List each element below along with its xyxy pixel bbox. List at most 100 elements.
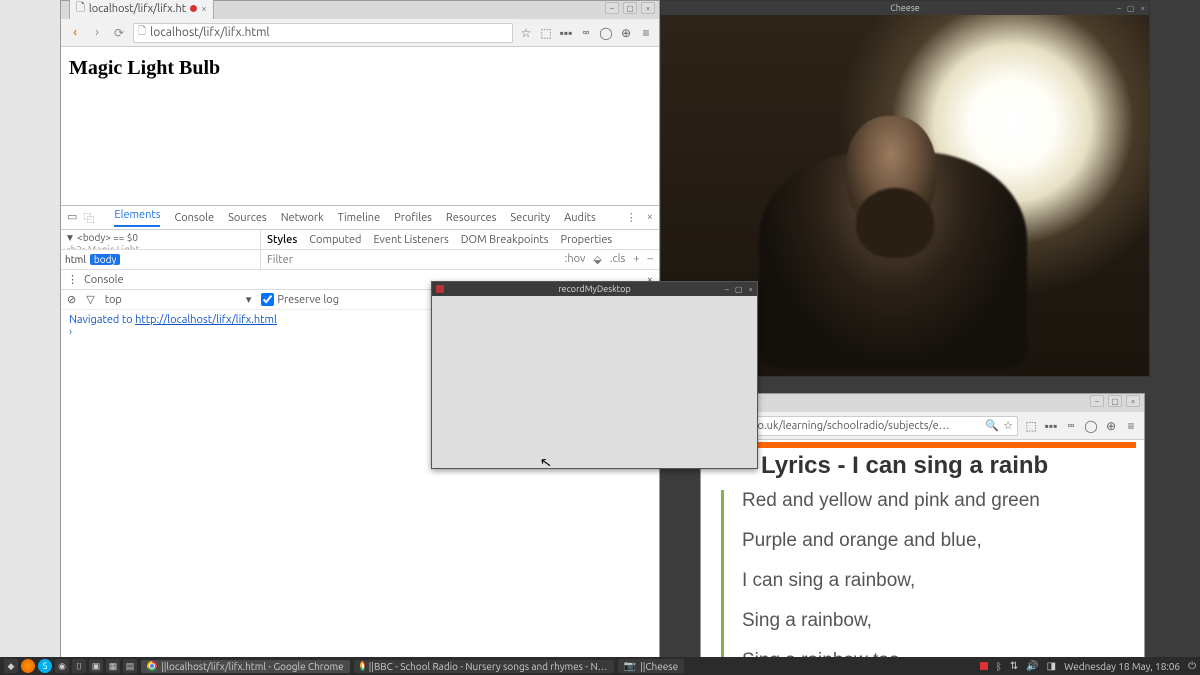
launcher-icon[interactable]: ◉ [55, 659, 69, 673]
window-minimize-icon[interactable]: – [1090, 395, 1104, 407]
filter-input[interactable] [267, 254, 559, 266]
lyrics-body: Red and yellow and pink and green Purple… [721, 490, 1144, 657]
clock[interactable]: Wednesday 18 May, 18:06 [1064, 661, 1180, 672]
subtab-computed[interactable]: Computed [309, 234, 361, 246]
tab-timeline[interactable]: Timeline [338, 212, 381, 224]
ext-icon[interactable]: ⬚ [1024, 419, 1038, 433]
volume-icon[interactable]: 🔊 [1026, 660, 1038, 672]
window-minimize-icon[interactable]: – [605, 2, 619, 14]
window-close-icon[interactable]: × [1126, 395, 1140, 407]
tab-close-icon[interactable]: × [201, 3, 207, 14]
ext-icon[interactable]: ◯ [1084, 419, 1098, 433]
window-maximize-icon[interactable]: ▢ [1127, 4, 1135, 13]
window-controls: – ▢ × [605, 2, 655, 14]
preserve-log-checkbox[interactable]: Preserve log [261, 293, 339, 306]
context-selector[interactable]: top ▾ [105, 293, 252, 306]
taskbar: ◆ S ◉ ⌷ ▣ ▦ ▤ ||localhost/lifx/lifx.html… [0, 657, 1200, 675]
window-maximize-icon[interactable]: ▢ [735, 285, 743, 294]
window-minimize-icon[interactable]: – [725, 285, 729, 294]
window-close-icon[interactable]: × [748, 285, 753, 294]
ext-icon[interactable]: ∞ [579, 26, 593, 40]
crumb-html[interactable]: html [65, 254, 86, 265]
bluetooth-icon[interactable]: ᛒ [996, 661, 1002, 672]
search-icon[interactable]: 🔍 [985, 419, 999, 432]
forward-button[interactable]: › [89, 25, 105, 41]
tab-profiles[interactable]: Profiles [394, 212, 432, 224]
add-rule-icon[interactable]: + [633, 253, 639, 266]
ext-icon[interactable]: ⬚ [539, 26, 553, 40]
lyric-line: Sing a rainbow too. [742, 650, 1144, 657]
back-button[interactable]: ‹ [67, 25, 83, 41]
chrome-icon [147, 661, 157, 671]
files-icon[interactable]: ▣ [89, 659, 103, 673]
filter-icon[interactable]: ▽ [86, 293, 94, 306]
menu-icon[interactable]: ≡ [639, 26, 653, 40]
devtools-close-icon[interactable]: × [647, 211, 653, 224]
subtab-eventlisteners[interactable]: Event Listeners [373, 234, 448, 246]
cheese-titlebar[interactable]: Cheese – ▢ × [661, 1, 1149, 15]
tab-sources[interactable]: Sources [228, 212, 267, 224]
ext-icon[interactable]: ⊕ [619, 26, 633, 40]
address-bar[interactable]: 🗋 localhost/lifx/lifx.html [133, 23, 513, 43]
lyric-line: Sing a rainbow, [742, 610, 1144, 632]
devtools-menu-icon[interactable]: ⋮ [626, 211, 637, 224]
battery-icon[interactable]: ◨ [1047, 660, 1056, 672]
browser-toolbar: ‹ › ⟳ 🗋 localhost/lifx/lifx.html ☆ ⬚ ▪▪▪… [61, 19, 659, 47]
breadcrumb: html body [61, 250, 261, 269]
subtab-properties[interactable]: Properties [561, 234, 613, 246]
skype-icon[interactable]: S [38, 659, 52, 673]
taskbar-item-chrome-bbc[interactable]: ||BBC - School Radio - Nursery songs and… [354, 660, 614, 673]
pin-icon[interactable]: ⬙ [593, 253, 601, 266]
crumb-body[interactable]: body [90, 254, 120, 265]
terminal-icon[interactable]: ⌷ [72, 659, 86, 673]
firefox-icon[interactable] [21, 659, 35, 673]
tab-console[interactable]: Console [174, 212, 214, 224]
window-maximize-icon[interactable]: ▢ [623, 2, 637, 14]
devtools-tabs: ▭ ⿻ Elements Console Sources Network Tim… [61, 206, 659, 230]
browser-tab-localhost[interactable]: 🗋 localhost/lifx/lifx.ht × [69, 0, 214, 19]
ext-icon[interactable]: ▪▪▪ [559, 26, 573, 40]
taskbar-item-chrome-localhost[interactable]: ||localhost/lifx/lifx.html - Google Chro… [141, 660, 350, 673]
ext-icon[interactable]: ◯ [599, 26, 613, 40]
dom-tree[interactable]: ▼ <body> == $0 <h2>Magic Light [61, 230, 261, 249]
window-maximize-icon[interactable]: ▢ [1108, 395, 1122, 407]
menu-icon[interactable]: ≡ [1124, 419, 1138, 433]
cls-toggle[interactable]: .cls [610, 253, 625, 266]
more-icon[interactable]: – [648, 253, 653, 266]
network-icon[interactable]: ⇅ [1010, 660, 1018, 672]
subtab-dombreakpoints[interactable]: DOM Breakpoints [461, 234, 549, 246]
user-icon[interactable]: ⏻ [1188, 660, 1196, 672]
launcher-icon[interactable]: ▦ [106, 659, 120, 673]
chrome-icon [360, 661, 365, 671]
drawer-menu-icon[interactable]: ⋮ [67, 273, 78, 286]
tab-elements[interactable]: Elements [114, 209, 160, 227]
ext-icon[interactable]: ▪▪▪ [1044, 419, 1058, 433]
reload-button[interactable]: ⟳ [111, 25, 127, 41]
tab-audits[interactable]: Audits [564, 212, 596, 224]
taskbar-item-cheese[interactable]: 📷 ||Cheese [618, 659, 685, 673]
launcher-icon[interactable]: ◆ [4, 659, 18, 673]
window-minimize-icon[interactable]: – [1117, 4, 1121, 13]
clear-console-icon[interactable]: ⊘ [67, 293, 76, 306]
rmd-titlebar[interactable]: recordMyDesktop – ▢ × [432, 282, 757, 296]
ext-icon[interactable]: ∞ [1064, 419, 1078, 433]
window-close-icon[interactable]: × [641, 2, 655, 14]
dom-node[interactable]: ▼ <body> == $0 [65, 232, 256, 244]
inspect-element-icon[interactable]: ▭ [67, 210, 77, 226]
recording-tray-icon[interactable] [980, 662, 988, 670]
subtab-styles[interactable]: Styles [267, 234, 297, 246]
tab-resources[interactable]: Resources [446, 212, 496, 224]
star-icon[interactable]: ☆ [519, 26, 533, 40]
tab-security[interactable]: Security [510, 212, 550, 224]
ext-icon[interactable]: ⊕ [1104, 419, 1118, 433]
console-link[interactable]: http://localhost/lifx/lifx.html [135, 314, 277, 326]
toolbar-extensions: ☆ ⬚ ▪▪▪ ∞ ◯ ⊕ ≡ [519, 26, 653, 40]
hov-toggle[interactable]: :hov [565, 253, 586, 266]
styles-filter: :hov ⬙ .cls + – [261, 250, 659, 269]
window-close-icon[interactable]: × [1140, 4, 1145, 13]
tab-network[interactable]: Network [281, 212, 324, 224]
launcher-icon[interactable]: ▤ [123, 659, 137, 673]
dom-node[interactable]: <h2>Magic Light [65, 244, 256, 249]
star-icon[interactable]: ☆ [1003, 419, 1013, 432]
device-toolbar-icon[interactable]: ⿻ [83, 210, 94, 226]
